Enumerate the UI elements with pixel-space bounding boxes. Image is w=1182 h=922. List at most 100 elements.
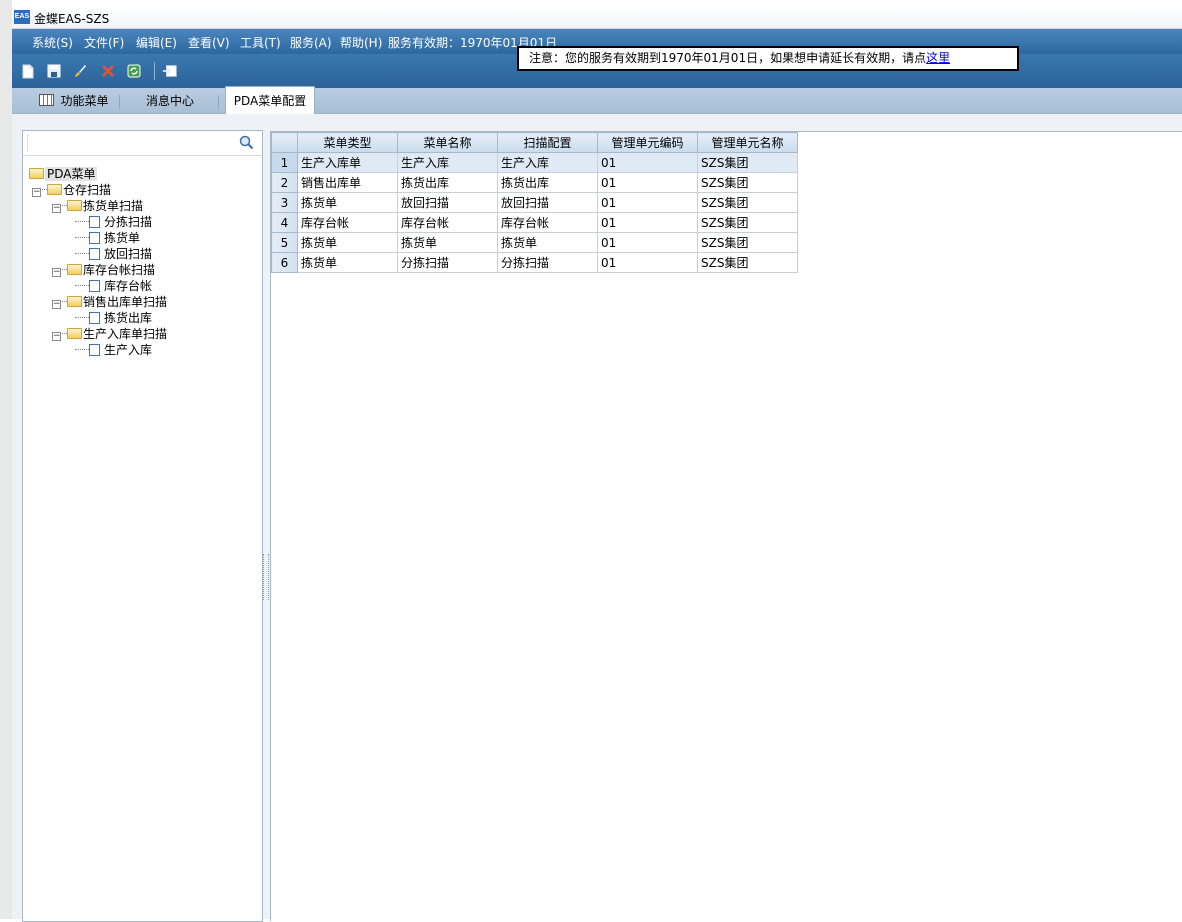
cell-unit-name[interactable]: SZS集团 xyxy=(697,152,798,173)
cell-scan-config[interactable]: 放回扫描 xyxy=(497,192,598,213)
column-header[interactable]: 菜单类型 xyxy=(297,132,398,153)
row-number[interactable]: 4 xyxy=(271,212,298,233)
column-header[interactable]: 菜单名称 xyxy=(397,132,498,153)
app-window: EAS 金蝶EAS-SZS 系统(S) 文件(F) 编辑(E) 查看(V) 工具… xyxy=(12,7,1182,922)
cell-unit-code[interactable]: 01 xyxy=(597,152,698,173)
table-row[interactable]: 5 拣货单 拣货单 拣货单 01 SZS集团 xyxy=(271,232,798,253)
tab-message-center[interactable]: 消息中心 xyxy=(132,91,208,113)
table-row[interactable]: 1 生产入库单 生产入库 生产入库 01 SZS集团 xyxy=(271,152,798,173)
delete-icon[interactable] xyxy=(100,63,116,79)
cell-scan-config[interactable]: 拣货单 xyxy=(497,232,598,253)
title-bar: EAS 金蝶EAS-SZS xyxy=(12,7,1182,29)
table-row[interactable]: 2 销售出库单 拣货出库 拣货出库 01 SZS集团 xyxy=(271,172,798,193)
menu-help[interactable]: 帮助(H) xyxy=(340,34,382,51)
cell-menu-name[interactable]: 分拣扫描 xyxy=(397,252,498,273)
cell-unit-code[interactable]: 01 xyxy=(597,252,698,273)
export-icon[interactable] xyxy=(162,63,178,79)
tree-leaf[interactable]: 生产入库 xyxy=(75,342,152,358)
tree-node-group[interactable]: − 库存台帐扫描 xyxy=(52,262,155,278)
folder-open-icon xyxy=(67,264,82,275)
row-number[interactable]: 2 xyxy=(271,172,298,193)
cell-menu-type[interactable]: 拣货单 xyxy=(297,232,398,253)
tree-leaf[interactable]: 分拣扫描 xyxy=(75,214,152,230)
cell-menu-type[interactable]: 拣货单 xyxy=(297,252,398,273)
cell-scan-config[interactable]: 库存台帐 xyxy=(497,212,598,233)
search-icon[interactable] xyxy=(239,135,254,153)
cell-scan-config[interactable]: 生产入库 xyxy=(497,152,598,173)
cell-menu-name[interactable]: 拣货单 xyxy=(397,232,498,253)
tree-node-warehouse-scan[interactable]: − 仓存扫描 xyxy=(32,182,111,198)
tree-node-label: 仓存扫描 xyxy=(63,183,112,197)
cell-menu-type[interactable]: 库存台帐 xyxy=(297,212,398,233)
cell-menu-type[interactable]: 拣货单 xyxy=(297,192,398,213)
tree-connector xyxy=(75,317,89,318)
menu-service[interactable]: 服务(A) xyxy=(290,34,332,51)
cell-unit-name[interactable]: SZS集团 xyxy=(697,252,798,273)
cell-menu-name[interactable]: 库存台帐 xyxy=(397,212,498,233)
collapse-icon[interactable]: − xyxy=(52,300,61,309)
collapse-icon[interactable]: − xyxy=(52,204,61,213)
tree-leaf[interactable]: 库存台帐 xyxy=(75,278,152,294)
tree-node-group[interactable]: − 销售出库单扫描 xyxy=(52,294,167,310)
tree-search-input[interactable] xyxy=(27,135,238,151)
row-number[interactable]: 6 xyxy=(271,252,298,273)
menu-system[interactable]: 系统(S) xyxy=(32,34,73,51)
tree-node-group[interactable]: − 拣货单扫描 xyxy=(52,198,143,214)
tree-leaf[interactable]: 拣货出库 xyxy=(75,310,152,326)
cell-scan-config[interactable]: 拣货出库 xyxy=(497,172,598,193)
tree-leaf-label: 放回扫描 xyxy=(104,247,153,261)
cell-menu-type[interactable]: 销售出库单 xyxy=(297,172,398,193)
menu-view[interactable]: 查看(V) xyxy=(188,34,230,51)
table-row[interactable]: 4 库存台帐 库存台帐 库存台帐 01 SZS集团 xyxy=(271,212,798,233)
menu-tools[interactable]: 工具(T) xyxy=(240,34,281,51)
column-header[interactable]: 扫描配置 xyxy=(497,132,598,153)
cell-unit-name[interactable]: SZS集团 xyxy=(697,212,798,233)
column-header[interactable]: 管理单元名称 xyxy=(697,132,798,153)
row-number[interactable]: 3 xyxy=(271,192,298,213)
refresh-icon[interactable] xyxy=(126,63,142,79)
tree-connector xyxy=(75,253,89,254)
save-icon[interactable] xyxy=(46,63,62,79)
collapse-icon[interactable]: − xyxy=(52,268,61,277)
cell-unit-code[interactable]: 01 xyxy=(597,192,698,213)
panel-splitter-handle[interactable] xyxy=(263,554,269,600)
menu-file[interactable]: 文件(F) xyxy=(84,34,124,51)
cell-menu-name[interactable]: 生产入库 xyxy=(397,152,498,173)
column-header[interactable]: 管理单元编码 xyxy=(597,132,698,153)
cell-unit-name[interactable]: SZS集团 xyxy=(697,192,798,213)
cell-menu-name[interactable]: 拣货出库 xyxy=(397,172,498,193)
grid-icon xyxy=(39,94,55,106)
row-number[interactable]: 1 xyxy=(271,152,298,173)
window-title: 金蝶EAS-SZS xyxy=(34,12,110,26)
renew-link[interactable]: 这里 xyxy=(926,51,950,65)
tab-pda-menu-config[interactable]: PDA菜单配置 xyxy=(225,86,315,115)
tree-node-pda-menu[interactable]: PDA菜单 xyxy=(29,166,98,182)
new-document-icon[interactable] xyxy=(20,63,36,79)
tab-function-menu[interactable]: 功能菜单 xyxy=(34,91,114,113)
row-number-header[interactable] xyxy=(271,132,298,153)
tree-search-bar xyxy=(23,131,262,156)
cell-unit-name[interactable]: SZS集团 xyxy=(697,172,798,193)
cell-menu-type[interactable]: 生产入库单 xyxy=(297,152,398,173)
service-expiry-notice: 注意：您的服务有效期到1970年01月01日，如果想申请延长有效期，请点这里 xyxy=(517,46,1019,71)
document-icon xyxy=(89,280,100,292)
row-number[interactable]: 5 xyxy=(271,232,298,253)
tree-leaf[interactable]: 放回扫描 xyxy=(75,246,152,262)
tree-leaf[interactable]: 拣货单 xyxy=(75,230,140,246)
menu-edit[interactable]: 编辑(E) xyxy=(136,34,177,51)
tree-node-label: 库存台帐扫描 xyxy=(83,263,156,277)
tree-node-group[interactable]: − 生产入库单扫描 xyxy=(52,326,167,342)
tree-node-label: 拣货单扫描 xyxy=(83,199,144,213)
cell-unit-name[interactable]: SZS集团 xyxy=(697,232,798,253)
cell-scan-config[interactable]: 分拣扫描 xyxy=(497,252,598,273)
cell-unit-code[interactable]: 01 xyxy=(597,212,698,233)
cell-menu-name[interactable]: 放回扫描 xyxy=(397,192,498,213)
table-row[interactable]: 3 拣货单 放回扫描 放回扫描 01 SZS集团 xyxy=(271,192,798,213)
cell-unit-code[interactable]: 01 xyxy=(597,232,698,253)
collapse-icon[interactable]: − xyxy=(32,188,41,197)
collapse-icon[interactable]: − xyxy=(52,332,61,341)
cell-unit-code[interactable]: 01 xyxy=(597,172,698,193)
edit-brush-icon[interactable] xyxy=(72,63,88,79)
table-header-row: 菜单类型 菜单名称 扫描配置 管理单元编码 管理单元名称 xyxy=(271,132,798,153)
table-row[interactable]: 6 拣货单 分拣扫描 分拣扫描 01 SZS集团 xyxy=(271,252,798,273)
